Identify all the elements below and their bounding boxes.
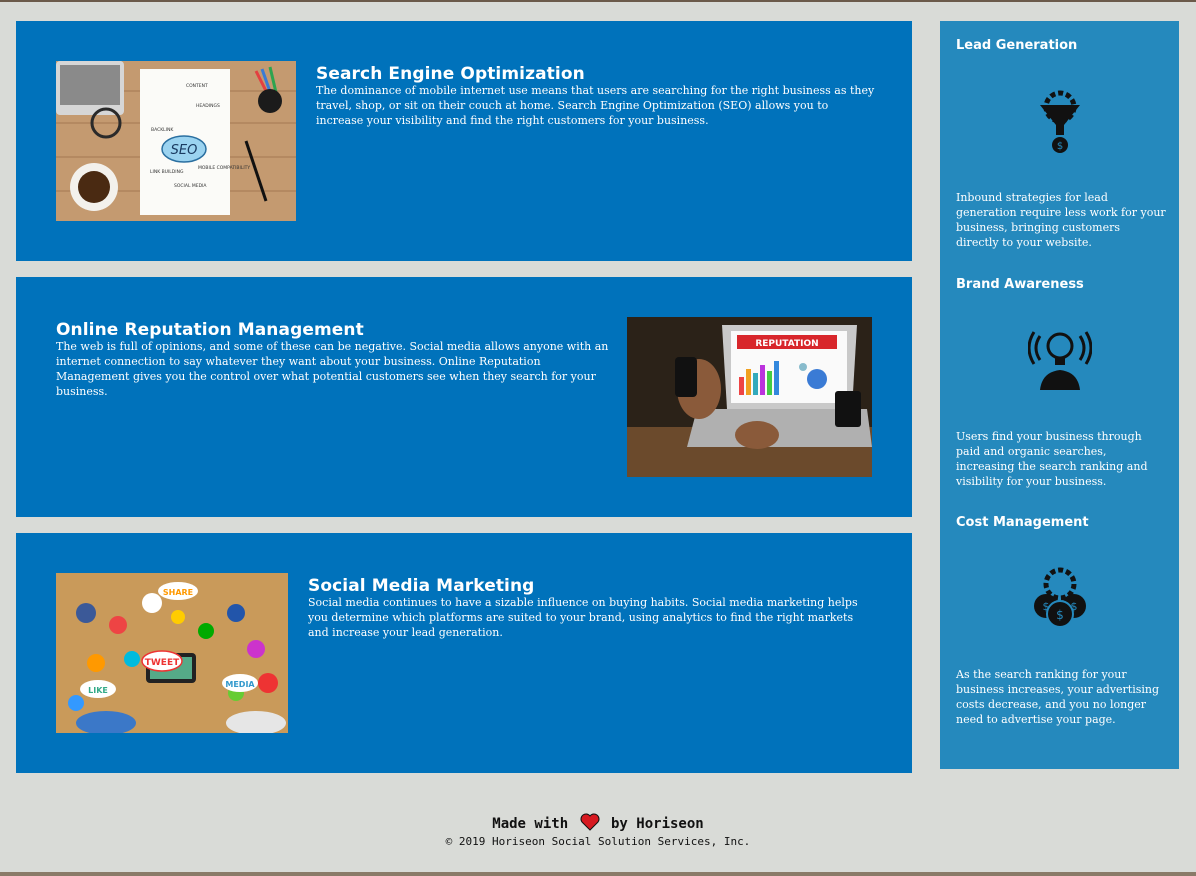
- reputation-image: REPUTATION: [627, 317, 872, 477]
- brand-lightbulb-icon: [1027, 326, 1093, 396]
- seo-word-social-media: SOCIAL MEDIA: [174, 183, 207, 189]
- social-media-image: TWEET SHARE LIKE MEDIA: [56, 573, 288, 733]
- service-body-social: Social media continues to have a sizable…: [308, 596, 858, 639]
- online-reputation-management-card: Online Reputation Management The web is …: [16, 277, 912, 517]
- service-title-reputation: Online Reputation Management: [56, 320, 364, 340]
- service-title-social: Social Media Marketing: [308, 576, 535, 596]
- benefit-title-lead-generation: Lead Generation: [956, 38, 1078, 53]
- top-edge-strip: [0, 0, 1196, 2]
- bottom-edge-strip: [0, 872, 1196, 876]
- benefits-sidebar: Lead Generation $ Inbound strategies for…: [940, 21, 1179, 769]
- page-footer: Made with by Horiseon © 2019 Horiseon So…: [0, 812, 1196, 848]
- benefit-title-brand-awareness: Brand Awareness: [956, 277, 1084, 292]
- made-with-line: Made with by Horiseon: [0, 812, 1196, 836]
- benefit-body-cost-management: As the search ranking for your business …: [956, 668, 1160, 726]
- service-title-seo: Search Engine Optimization: [316, 64, 585, 84]
- search-engine-optimization-card: SEO CONTENT HEADINGS BACKLINK LINK BUILD…: [16, 21, 912, 261]
- heart-icon: [580, 813, 600, 831]
- social-word-media: MEDIA: [225, 680, 255, 689]
- seo-word-mobile: MOBILE COMPATIBILITY: [198, 165, 250, 171]
- svg-text:$: $: [1057, 141, 1063, 152]
- benefit-body-brand-awareness: Users find your business through paid an…: [956, 430, 1148, 488]
- social-word-tweet: TWEET: [145, 658, 180, 668]
- svg-text:$: $: [1043, 600, 1050, 613]
- social-media-marketing-card: TWEET SHARE LIKE MEDIA Social Media Mark…: [16, 533, 912, 773]
- benefit-title-cost-management: Cost Management: [956, 515, 1089, 530]
- seo-word-headings: HEADINGS: [196, 103, 220, 109]
- made-with-suffix: by Horiseon: [611, 816, 704, 832]
- service-body-seo: The dominance of mobile internet use mea…: [316, 84, 875, 127]
- benefit-body-lead-generation: Inbound strategies for lead generation r…: [956, 191, 1166, 249]
- cost-coins-icon: $ $ $: [1028, 566, 1092, 634]
- seo-word-link-building: LINK BUILDING: [150, 169, 184, 175]
- seo-word-backlink: BACKLINK: [151, 127, 174, 133]
- seo-word-content: CONTENT: [186, 83, 208, 89]
- social-word-like: LIKE: [88, 686, 108, 695]
- seo-image: SEO CONTENT HEADINGS BACKLINK LINK BUILD…: [56, 61, 296, 221]
- copyright-text: © 2019 Horiseon Social Solution Services…: [445, 835, 751, 848]
- reputation-image-banner: REPUTATION: [755, 339, 818, 349]
- svg-text:$: $: [1056, 608, 1064, 622]
- svg-text:$: $: [1071, 600, 1078, 613]
- service-body-reputation: The web is full of opinions, and some of…: [56, 340, 609, 398]
- made-with-prefix: Made with: [492, 816, 569, 832]
- social-word-share: SHARE: [163, 588, 193, 597]
- lead-funnel-icon: $: [1030, 87, 1090, 161]
- seo-image-center-word: SEO: [171, 143, 198, 158]
